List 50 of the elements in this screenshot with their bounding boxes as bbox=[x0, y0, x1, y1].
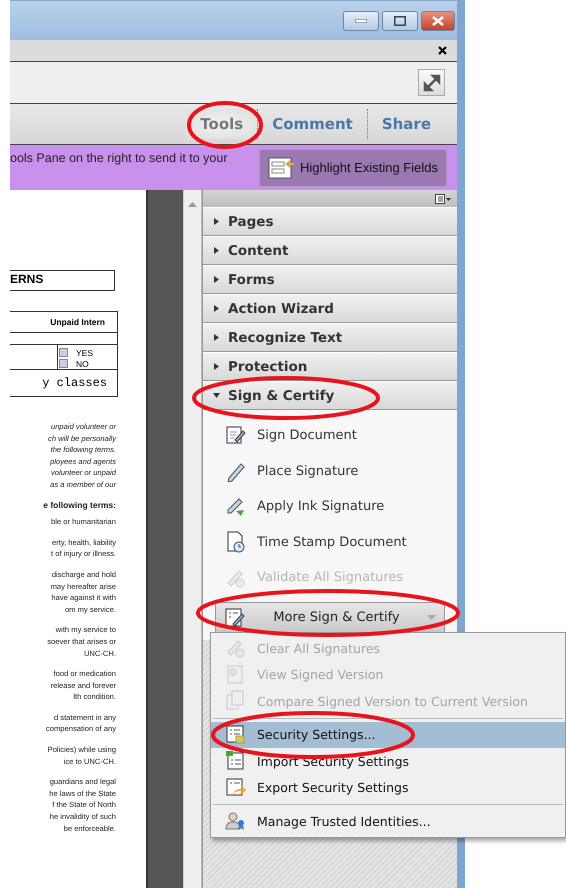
notice-text: ools Pane on the right to send it to your bbox=[10, 151, 228, 165]
minimize-icon bbox=[355, 18, 367, 22]
panel-section[interactable]: Content bbox=[203, 236, 457, 265]
expand-arrow-icon bbox=[213, 305, 220, 312]
more-sign-certify-button[interactable]: More Sign & Certify bbox=[215, 602, 445, 634]
menu-item[interactable]: Export Security Settings bbox=[211, 774, 565, 801]
panel-section[interactable]: Action Wizard bbox=[203, 294, 457, 323]
expand-arrow-icon bbox=[213, 247, 220, 254]
minimize-button[interactable] bbox=[343, 10, 379, 30]
field-value: y classes bbox=[42, 376, 107, 390]
menu-item[interactable]: Security Settings... bbox=[211, 722, 565, 748]
person-ribbon-icon bbox=[225, 810, 247, 832]
tool-item[interactable]: Sign Document bbox=[203, 418, 457, 454]
close-button[interactable] bbox=[421, 10, 455, 30]
column-heading: Unpaid Intern bbox=[50, 317, 105, 327]
maximize-button[interactable] bbox=[382, 10, 418, 30]
panel-section[interactable]: Pages bbox=[203, 207, 457, 236]
tool-item[interactable]: Place Signature bbox=[203, 454, 457, 489]
tool-item[interactable]: Time Stamp Document bbox=[203, 524, 457, 560]
pen-arrow-icon bbox=[225, 496, 247, 518]
menu-item[interactable]: Manage Trusted Identities... bbox=[211, 808, 565, 834]
highlight-fields-button[interactable]: Highlight Existing Fields bbox=[258, 148, 447, 186]
collapse-arrow-icon bbox=[213, 392, 220, 399]
form-fields-icon bbox=[268, 156, 294, 180]
close-icon bbox=[432, 16, 444, 26]
panel-section[interactable]: Recognize Text bbox=[203, 323, 457, 352]
panel-section[interactable]: Forms bbox=[203, 265, 457, 294]
panel-section[interactable]: Sign & Certify bbox=[203, 381, 457, 410]
expand-arrow-icon bbox=[213, 218, 220, 225]
diagonal-arrows-icon bbox=[422, 72, 442, 92]
tab[interactable]: Tools bbox=[186, 109, 258, 139]
caret-icon bbox=[427, 615, 436, 620]
option-label: NO bbox=[76, 358, 89, 368]
close-icon[interactable] bbox=[438, 46, 447, 55]
expand-arrow-icon bbox=[213, 276, 220, 283]
panel-section[interactable]: Protection bbox=[203, 352, 457, 381]
list-pen-icon bbox=[224, 606, 246, 628]
checkbox[interactable] bbox=[59, 348, 68, 357]
panel-options-icon[interactable] bbox=[435, 194, 451, 204]
clock-document-icon bbox=[225, 531, 247, 554]
checkbox[interactable] bbox=[59, 359, 68, 368]
form-heading: ERNS bbox=[10, 270, 115, 291]
expand-arrow-icon bbox=[213, 363, 220, 370]
maximize-icon bbox=[394, 16, 406, 26]
expand-arrow-icon bbox=[213, 334, 220, 341]
option-label: YES bbox=[76, 348, 94, 358]
list-lock-icon bbox=[225, 724, 247, 746]
document-paragraph: e following terms: bbox=[42, 500, 116, 512]
tool-item[interactable]: Apply Ink Signature bbox=[203, 489, 457, 524]
full-screen-button[interactable] bbox=[418, 69, 445, 96]
